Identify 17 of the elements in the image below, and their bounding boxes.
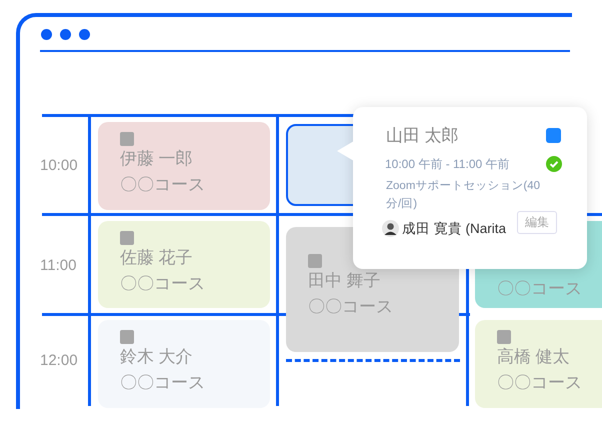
course-name: 〇〇コース — [308, 296, 394, 318]
student-name: 佐藤 花子 — [120, 247, 194, 269]
popover-name: 山田 太郎 — [386, 125, 459, 147]
course-name: 〇〇コース — [497, 372, 583, 394]
student-name: 伊藤 一郎 — [120, 148, 194, 170]
popover-description: Zoomサポートセッション(40 分/回) — [386, 178, 542, 212]
course-name: 〇〇コース — [120, 273, 206, 295]
time-label: 10:00 — [40, 158, 78, 173]
time-label: 12:00 — [40, 353, 78, 368]
student-name: 鈴木 大介 — [120, 346, 194, 368]
course-name: 〇〇コース — [497, 278, 583, 300]
student-name: 高橋 健太 — [497, 346, 571, 368]
course-name: 〇〇コース — [120, 372, 206, 394]
course-name: 〇〇コース — [120, 174, 206, 196]
popover-time: 10:00 午前 - 11:00 午前 — [385, 156, 510, 172]
student-name: 田中 舞子 — [308, 270, 382, 292]
time-label: 11:00 — [40, 258, 76, 273]
